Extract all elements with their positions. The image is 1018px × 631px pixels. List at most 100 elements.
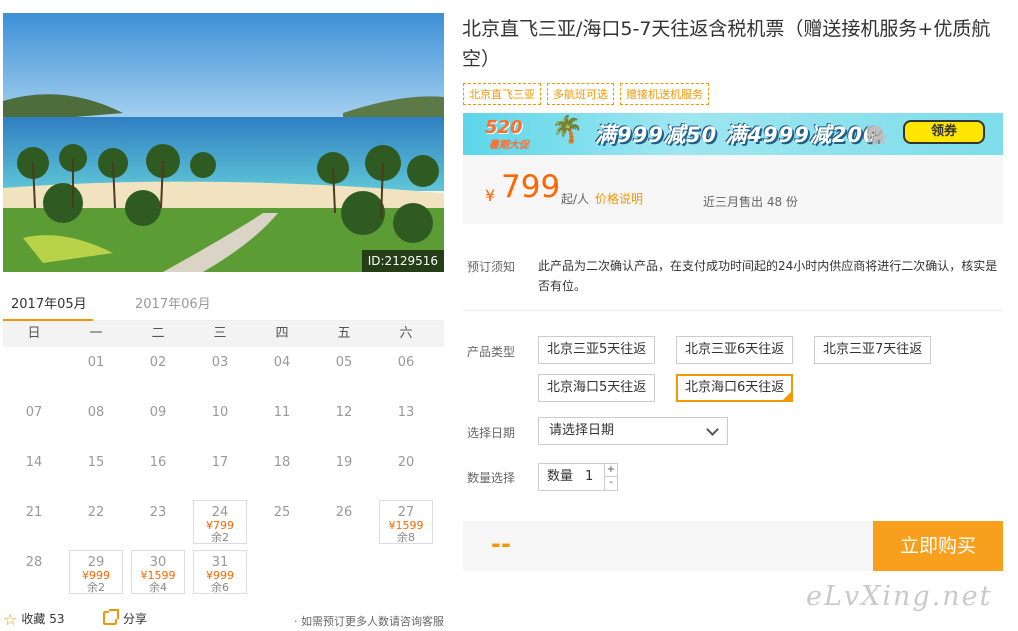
calendar-day: 18 (251, 447, 313, 497)
quantity-value: 1 (585, 469, 594, 484)
calendar-day: 08 (65, 397, 127, 447)
consult-note: · 如需预订更多人数请咨询客服 (294, 615, 444, 628)
product-title: 北京直飞三亚/海口5-7天往返含税机票（赠送接机服务+优质航空） (462, 18, 991, 70)
quantity-text: 数量 (547, 469, 574, 484)
day-number: 13 (397, 405, 415, 420)
calendar-day: 28 (3, 547, 65, 597)
calendar-day: 23 (127, 497, 189, 547)
tag-item: 多航班可选 (547, 83, 614, 105)
calendar-grid: 01 02 03 04 05 06 07 08 09 10 11 12 13 14 15 16 17 18 19 20… (3, 347, 444, 601)
type-option-sanya-6d[interactable]: 北京三亚6天往返 (676, 336, 794, 364)
calendar-day: 09 (127, 397, 189, 447)
promo-banner[interactable]: 520 暑期大促 🌴 满999减50 满4999减200 🐘 领券 (463, 113, 1003, 155)
day-remaining: 余8 (397, 531, 415, 544)
calendar-day-available[interactable]: 30 ¥1599 余4 (131, 550, 185, 594)
notice-label: 预订须知 (467, 260, 516, 274)
calendar-day: 22 (65, 497, 127, 547)
chevron-down-icon (706, 423, 719, 436)
day-remaining: 余6 (211, 581, 229, 594)
day-number: 15 (87, 455, 105, 470)
calendar-day-available[interactable]: 31 ¥999 余6 (193, 550, 247, 594)
calendar-day: 05 (313, 347, 375, 397)
type-option-haikou-5d[interactable]: 北京海口5天往返 (538, 374, 656, 402)
day-number: 28 (25, 555, 43, 570)
quantity-plus-button[interactable]: + (604, 464, 617, 477)
day-number: 20 (397, 455, 415, 470)
weekday-sat: 六 (399, 326, 413, 341)
day-remaining: 余4 (149, 581, 167, 594)
tab-month-may[interactable]: 2017年05月 (11, 293, 87, 312)
calendar-day: 04 (251, 347, 313, 397)
share-button[interactable]: 分享 (103, 609, 147, 627)
promo-deal-text: 满999减50 满4999减200 (595, 123, 879, 147)
calendar-day: 01 (65, 347, 127, 397)
type-option-sanya-5d[interactable]: 北京三亚5天往返 (538, 336, 656, 364)
day-number: 17 (211, 455, 229, 470)
calendar-day: 19 (313, 447, 375, 497)
share-icon (103, 609, 119, 625)
calendar-day: 16 (127, 447, 189, 497)
weekday-fri: 五 (337, 326, 351, 341)
calendar-day: 13 (375, 397, 437, 447)
calendar-day: 17 (189, 447, 251, 497)
calendar-day: 12 (313, 397, 375, 447)
photo-id-badge: ID:2129516 (361, 250, 444, 272)
quantity-stepper[interactable]: 数量 1 + - (538, 463, 618, 491)
weekday-sun: 日 (27, 326, 41, 341)
type-option-sanya-7d[interactable]: 北京三亚7天往返 (814, 336, 932, 364)
get-coupon-button[interactable]: 领券 (903, 120, 985, 144)
day-number: 16 (149, 455, 167, 470)
calendar-day: 11 (251, 397, 313, 447)
calendar-day: 25 (251, 497, 313, 547)
day-number: 21 (25, 505, 43, 520)
site-watermark: eLvXing.net (806, 581, 993, 612)
weekday-thu: 四 (275, 326, 289, 341)
promo-logo: 520 (485, 117, 523, 138)
type-option-haikou-6d[interactable]: 北京海口6天往返 (676, 374, 794, 402)
day-number: 31 (211, 555, 229, 570)
calendar-weekday-header: 日 一 二 三 四 五 六 (3, 321, 444, 347)
calendar-day: 20 (375, 447, 437, 497)
tab-month-june[interactable]: 2017年06月 (135, 293, 211, 312)
date-label: 选择日期 (467, 426, 516, 440)
price-explanation-link[interactable]: 价格说明 (595, 190, 643, 207)
calendar-day: 21 (3, 497, 65, 547)
date-select[interactable]: 请选择日期 (538, 417, 728, 445)
calendar-day (3, 347, 65, 397)
day-number: 01 (87, 355, 105, 370)
notice-text: 此产品为二次确认产品，在支付成功时间起的24小时内供应商将进行二次确认，核实是否… (538, 259, 998, 293)
tag-item: 北京直飞三亚 (463, 83, 541, 105)
calendar-day-available[interactable]: 29 ¥999 余2 (69, 550, 123, 594)
day-number: 11 (273, 405, 291, 420)
day-number: 29 (87, 555, 105, 570)
calendar-day-available[interactable]: 27 ¥1599 余8 (379, 500, 433, 544)
day-number: 18 (273, 455, 291, 470)
day-number: 06 (397, 355, 415, 370)
calendar-day: 14 (3, 447, 65, 497)
price-currency: ¥ (485, 186, 496, 205)
day-number: 25 (273, 505, 291, 520)
total-price: -- (491, 530, 511, 558)
calendar-footer: ☆ 收藏 53 分享 · 如需预订更多人数请咨询客服 (3, 609, 444, 630)
promo-logo-sub: 暑期大促 (489, 140, 529, 151)
elephant-icon: 🐘 (865, 123, 890, 147)
day-number: 26 (335, 505, 353, 520)
calendar-day: 26 (313, 497, 375, 547)
tag-item: 赠接机送机服务 (620, 83, 709, 105)
day-number: 14 (25, 455, 43, 470)
favorite-button[interactable]: ☆ 收藏 53 (3, 610, 64, 629)
day-number: 05 (335, 355, 353, 370)
calendar-day-available[interactable]: 24 ¥799 余2 (193, 500, 247, 544)
day-number: 03 (211, 355, 229, 370)
price-amount: 799 (501, 169, 561, 205)
day-number: 22 (87, 505, 105, 520)
product-type-label: 产品类型 (467, 345, 516, 359)
buy-now-button[interactable]: 立即购买 (873, 521, 1003, 571)
calendar-day: 03 (189, 347, 251, 397)
day-number: 09 (149, 405, 167, 420)
day-number: 02 (149, 355, 167, 370)
day-number: 12 (335, 405, 353, 420)
divider (463, 310, 1003, 311)
weekday-mon: 一 (89, 326, 103, 341)
quantity-minus-button[interactable]: - (604, 477, 617, 490)
